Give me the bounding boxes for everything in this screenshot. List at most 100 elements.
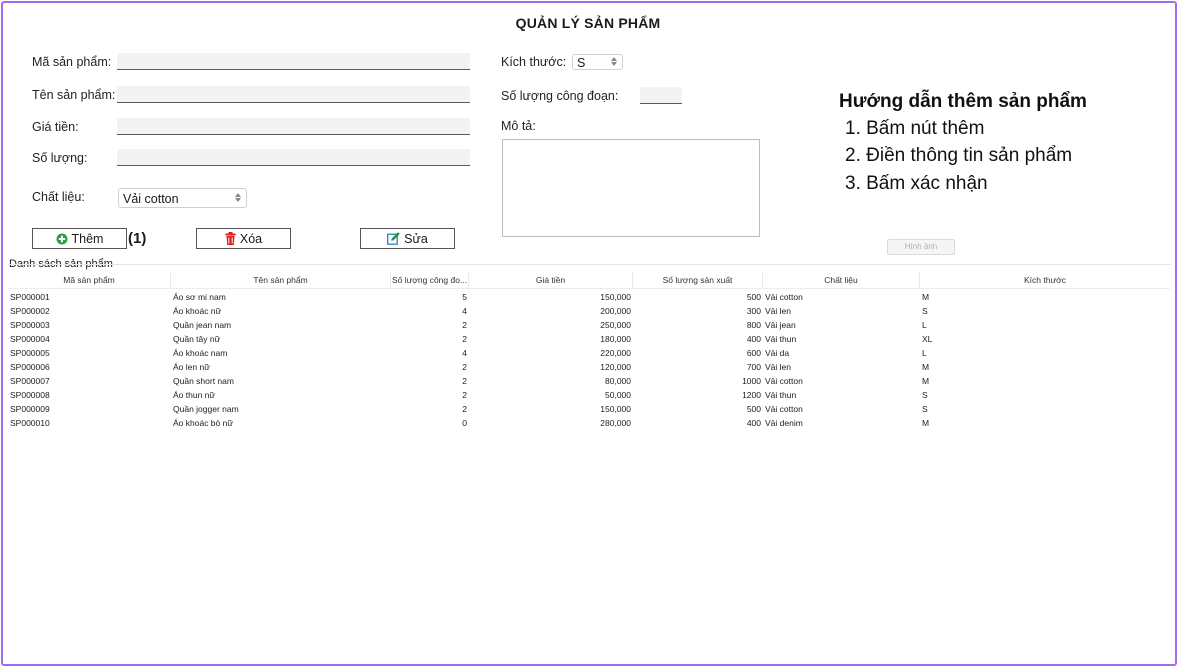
- cell-price: 280,000: [600, 418, 631, 428]
- cell-price: 50,000: [605, 390, 631, 400]
- cell-produced: 400: [746, 334, 761, 344]
- cell-material: Vải jean: [765, 320, 796, 330]
- add-button[interactable]: Thêm: [32, 228, 127, 249]
- table-row[interactable]: SP000002 Áo khoác nữ 4 200,000 300 Vải len S: [8, 304, 1170, 318]
- cell-id: SP000002: [10, 306, 50, 316]
- description-textarea[interactable]: [502, 139, 760, 237]
- cell-steps: 2: [462, 362, 467, 372]
- cell-material: Vải denim: [765, 418, 803, 428]
- column-header-produced[interactable]: Số lượng sản xuất: [633, 273, 763, 288]
- cell-material: Vải cotton: [765, 292, 803, 302]
- cell-steps: 4: [462, 306, 467, 316]
- spin-arrows-icon: [610, 56, 618, 68]
- cell-name: Quần short nam: [173, 376, 234, 386]
- edit-icon: [387, 232, 401, 245]
- step-count-label: Số lượng công đoạn:: [501, 89, 619, 103]
- table-row[interactable]: SP000007 Quần short nam 2 80,000 1000 Vải cot…: [8, 374, 1170, 388]
- product-table-body: SP000001 Áo sơ mi nam 5 150,000 500 Vải cotto…: [8, 290, 1170, 430]
- cell-name: Quần jean nam: [173, 320, 232, 330]
- column-header-size[interactable]: Kích thước: [920, 273, 1170, 288]
- product-id-input[interactable]: [117, 53, 470, 70]
- table-divider: [8, 264, 1171, 265]
- cell-material: Vải len: [765, 362, 791, 372]
- table-row[interactable]: SP000001 Áo sơ mi nam 5 150,000 500 Vải cotto…: [8, 290, 1170, 304]
- table-row[interactable]: SP000009 Quần jogger nam 2 150,000 500 Vải co…: [8, 402, 1170, 416]
- cell-produced: 500: [746, 292, 761, 302]
- table-row[interactable]: SP000004 Quần tây nữ 2 180,000 400 Vải thun XL: [8, 332, 1170, 346]
- cell-size: L: [922, 320, 927, 330]
- cell-name: Áo khoác nữ: [173, 306, 222, 316]
- edit-button-label: Sửa: [404, 231, 428, 246]
- description-label: Mô tả:: [501, 119, 536, 133]
- spin-arrows-icon: [234, 192, 242, 204]
- cell-size: XL: [922, 334, 933, 344]
- material-label: Chất liệu:: [32, 190, 85, 204]
- edit-button[interactable]: Sửa: [360, 228, 455, 249]
- column-header-price[interactable]: Giá tiền: [469, 273, 633, 288]
- image-button[interactable]: Hình ảnh: [887, 239, 955, 255]
- add-annotation: (1): [128, 230, 147, 247]
- cell-size: M: [922, 292, 930, 302]
- cell-price: 150,000: [600, 292, 631, 302]
- cell-material: Vải thun: [765, 334, 797, 344]
- price-input[interactable]: [117, 118, 470, 135]
- cell-price: 180,000: [600, 334, 631, 344]
- quantity-input[interactable]: [117, 149, 470, 166]
- cell-material: Vải len: [765, 306, 791, 316]
- cell-name: Áo khoác nam: [173, 348, 228, 358]
- cell-steps: 2: [462, 390, 467, 400]
- cell-id: SP000008: [10, 390, 50, 400]
- cell-produced: 600: [746, 348, 761, 358]
- page-title: QUẢN LÝ SẢN PHẨM: [515, 15, 661, 31]
- table-row[interactable]: SP000006 Áo len nữ 2 120,000 700 Vải len M: [8, 360, 1170, 374]
- cell-price: 250,000: [600, 320, 631, 330]
- cell-produced: 500: [746, 404, 761, 414]
- step-count-input[interactable]: [640, 87, 682, 104]
- cell-size: M: [922, 418, 930, 428]
- cell-produced: 700: [746, 362, 761, 372]
- table-row[interactable]: SP000010 Áo khoác bò nữ 0 280,000 400 Vải den…: [8, 416, 1170, 430]
- cell-steps: 2: [462, 404, 467, 414]
- cell-produced: 1000: [742, 376, 761, 386]
- column-header-material[interactable]: Chất liệu: [763, 273, 920, 288]
- cell-id: SP000005: [10, 348, 50, 358]
- column-header-name[interactable]: Tên sản phẩm: [171, 273, 391, 288]
- delete-button[interactable]: Xóa: [196, 228, 291, 249]
- product-name-label: Tên sản phẩm:: [32, 88, 116, 102]
- material-select[interactable]: Vải cotton: [118, 188, 247, 208]
- table-row[interactable]: SP000008 Áo thun nữ 2 50,000 1200 Vải thun S: [8, 388, 1170, 402]
- cell-id: SP000007: [10, 376, 50, 386]
- material-select-value: Vải cotton: [123, 192, 179, 206]
- cell-id: SP000003: [10, 320, 50, 330]
- cell-steps: 4: [462, 348, 467, 358]
- cell-name: Áo thun nữ: [173, 390, 216, 400]
- cell-id: SP000009: [10, 404, 50, 414]
- product-name-input[interactable]: [117, 86, 470, 103]
- size-select[interactable]: S: [572, 54, 623, 70]
- cell-size: M: [922, 376, 930, 386]
- table-row[interactable]: SP000005 Áo khoác nam 4 220,000 600 Vải da L: [8, 346, 1170, 360]
- cell-steps: 2: [462, 376, 467, 386]
- table-row[interactable]: SP000003 Quần jean nam 2 250,000 800 Vải jean…: [8, 318, 1170, 332]
- plus-circle-icon: [56, 233, 68, 244]
- cell-produced: 800: [746, 320, 761, 330]
- guide-step-3: 3. Bấm xác nhận: [845, 173, 988, 194]
- price-label: Giá tiền:: [32, 120, 79, 134]
- column-header-steps[interactable]: Số lượng công đo...: [391, 273, 469, 288]
- cell-size: L: [922, 348, 927, 358]
- cell-id: SP000004: [10, 334, 50, 344]
- cell-produced: 1200: [742, 390, 761, 400]
- cell-material: Vải thun: [765, 390, 797, 400]
- column-header-id[interactable]: Mã sản phẩm: [8, 273, 171, 288]
- cell-name: Áo sơ mi nam: [173, 292, 226, 302]
- cell-material: Vải cotton: [765, 376, 803, 386]
- cell-steps: 5: [462, 292, 467, 302]
- table-header: Mã sản phẩm Tên sản phẩm Số lượng công đ…: [8, 273, 1170, 289]
- cell-size: S: [922, 306, 928, 316]
- cell-id: SP000010: [10, 418, 50, 428]
- quantity-label: Số lượng:: [32, 151, 88, 165]
- cell-price: 220,000: [600, 348, 631, 358]
- cell-size: M: [922, 362, 930, 372]
- cell-steps: 0: [462, 418, 467, 428]
- guide-title: Hướng dẫn thêm sản phẩm: [839, 91, 1087, 112]
